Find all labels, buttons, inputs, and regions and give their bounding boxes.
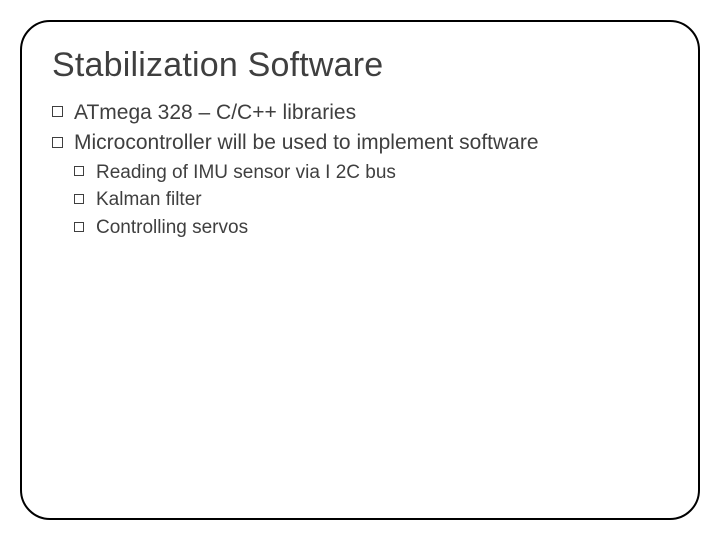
square-bullet-icon [74,222,84,232]
sub-bullet-item: Controlling servos [74,215,668,241]
sub-bullet-list: Reading of IMU sensor via I 2C bus Kalma… [74,160,668,241]
bullet-text: ATmega 328 – C/C++ libraries [74,101,356,124]
square-bullet-icon [74,194,84,204]
slide-title: Stabilization Software [52,46,668,85]
sub-bullet-text: Reading of IMU sensor via I 2C bus [96,162,396,183]
bullet-text: Microcontroller will be used to implemen… [74,131,539,154]
square-bullet-icon [52,106,63,117]
sub-bullet-item: Reading of IMU sensor via I 2C bus [74,160,668,186]
bullet-list: ATmega 328 – C/C++ libraries Microcontro… [52,99,668,241]
slide-frame: Stabilization Software ATmega 328 – C/C+… [20,20,700,520]
sub-bullet-item: Kalman filter [74,187,668,213]
sub-bullet-text: Controlling servos [96,217,248,238]
bullet-item: ATmega 328 – C/C++ libraries [52,99,668,127]
square-bullet-icon [52,137,63,148]
bullet-item: Microcontroller will be used to implemen… [52,129,668,240]
sub-bullet-text: Kalman filter [96,189,202,210]
square-bullet-icon [74,166,84,176]
